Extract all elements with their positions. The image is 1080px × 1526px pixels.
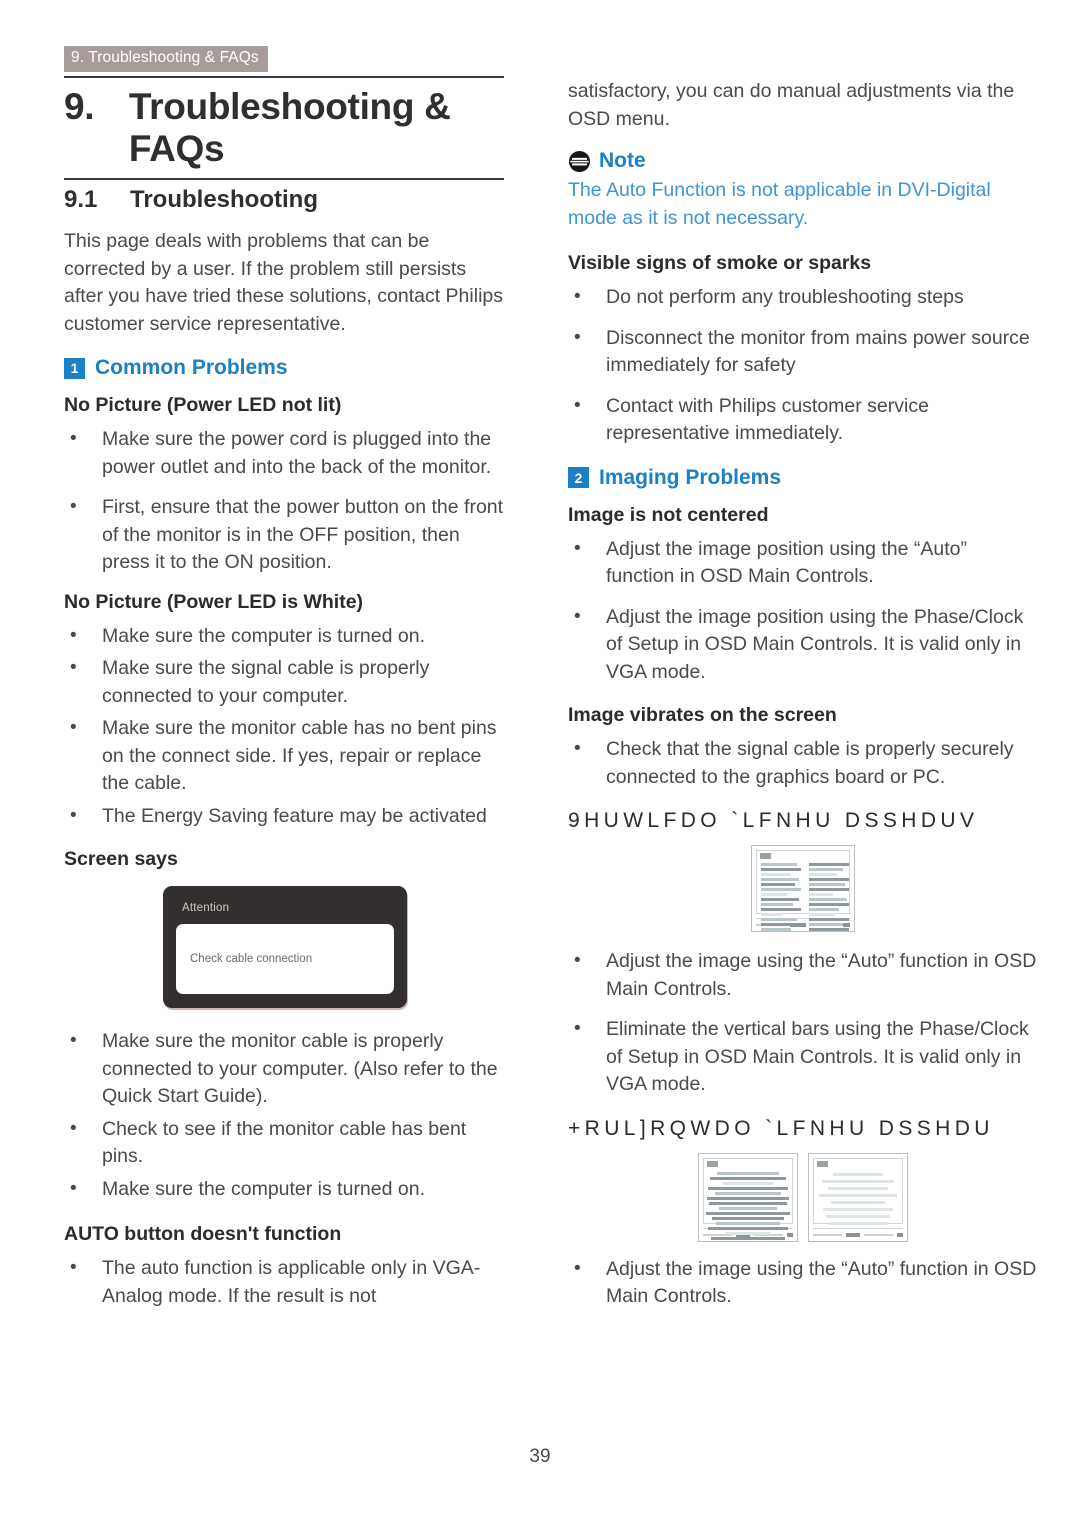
figure-horizontal-flicker <box>568 1152 1038 1242</box>
list-item: Adjust the image using the “Auto” functi… <box>568 1255 1038 1311</box>
group-badge-1: 1 <box>64 357 85 379</box>
note-label: Note <box>599 149 646 172</box>
monitor-thumbnail <box>751 845 855 932</box>
list-item: Eliminate the vertical bars using the Ph… <box>568 1015 1038 1099</box>
list-item: Make sure the power cord is plugged into… <box>64 425 506 481</box>
list-item: Make sure the computer is turned on. <box>64 622 506 651</box>
left-column: This page deals with problems that can b… <box>64 228 506 1320</box>
chapter-number: 9. <box>64 86 95 127</box>
bullet-list-led-not-lit: Make sure the power cord is plugged into… <box>64 425 506 577</box>
right-column: satisfactory, you can do manual adjustme… <box>568 78 1038 1321</box>
group-badge-2: 2 <box>568 467 589 488</box>
section-heading: 9.1 Troubleshooting <box>64 186 524 214</box>
section-divider <box>64 178 504 180</box>
heading-image-vibrates: Image vibrates on the screen <box>568 704 837 726</box>
group-heading-common-problems: 1 Common Problems <box>64 356 506 380</box>
list-item: First, ensure that the power button on t… <box>64 493 506 577</box>
screen-clean-lines <box>818 1163 898 1225</box>
list-item: Check that the signal cable is properly … <box>568 735 1038 791</box>
group-heading-imaging-problems: 2 Imaging Problems <box>568 466 1038 490</box>
list-item: Adjust the image using the “Auto” functi… <box>568 947 1038 1003</box>
monitor-thumbnail-clean <box>808 1152 908 1242</box>
osd-message-panel: Check cable connection <box>176 924 394 994</box>
section-number: 9.1 <box>64 186 98 213</box>
chapter-title-text: Troubleshooting & FAQs <box>128 86 451 169</box>
osd-dialog: Attention Check cable connection <box>163 886 407 1008</box>
list-item: Adjust the image position using the Phas… <box>568 603 1038 687</box>
heading-led-white: No Picture (Power LED is White) <box>64 590 364 613</box>
bullet-list-image-vibrates: Check that the signal cable is properly … <box>568 735 1038 791</box>
page-title: 9. Troubleshooting & FAQs <box>64 86 524 170</box>
heading-led-not-lit: No Picture (Power LED not lit) <box>64 394 342 416</box>
list-item: Make sure the computer is turned on. <box>64 1175 506 1204</box>
figure-vertical-flicker <box>568 845 1038 932</box>
note-icon <box>568 150 591 173</box>
monitor-logo-icon <box>817 1160 828 1167</box>
screen-blurred-lines <box>706 1163 790 1240</box>
running-header-label: 9. Troubleshooting & FAQs <box>64 46 268 72</box>
list-item: Contact with Philips customer service re… <box>568 392 1038 448</box>
osd-message: Check cable connection <box>190 953 313 965</box>
osd-attention-figure: Attention Check cable connection <box>64 886 506 1008</box>
bullet-list-auto-button: The auto function is applicable only in … <box>64 1254 506 1310</box>
screen-text-columns <box>761 855 849 931</box>
group-label-imaging-problems: Imaging Problems <box>599 465 782 489</box>
section-title-text: Troubleshooting <box>130 186 318 213</box>
caption-vertical-flicker: 9HUWLFDO `LFNHU DSSHDUV <box>568 809 979 832</box>
list-item: Make sure the signal cable is properly c… <box>64 654 506 710</box>
bullet-list-led-white: Make sure the computer is turned on. Mak… <box>64 622 506 831</box>
note-heading: Note <box>568 149 1038 173</box>
page-number: 39 <box>529 1446 551 1467</box>
bullet-list-horizontal-flicker: Adjust the image using the “Auto” functi… <box>568 1255 1038 1311</box>
bullet-list-smoke-sparks: Do not perform any troubleshooting steps… <box>568 283 1038 448</box>
osd-title: Attention <box>182 902 230 914</box>
heading-auto-button: AUTO button doesn't function <box>64 1223 342 1245</box>
bullet-list-not-centered: Adjust the image position using the “Aut… <box>568 535 1038 687</box>
monitor-logo-icon <box>760 853 771 859</box>
monitor-screen <box>756 850 850 931</box>
list-item: Check to see if the monitor cable has be… <box>64 1115 506 1171</box>
list-item: The auto function is applicable only in … <box>64 1254 506 1310</box>
bullet-list-screen-says: Make sure the monitor cable is properly … <box>64 1027 506 1204</box>
screen-text-column <box>809 863 849 931</box>
list-item: Adjust the image position using the “Aut… <box>568 535 1038 591</box>
list-item: Disconnect the monitor from mains power … <box>568 324 1038 380</box>
heading-screen-says: Screen says <box>64 848 178 870</box>
caption-horizontal-flicker: +RUL]RQWDO `LFNHU DSSHDU <box>568 1116 994 1140</box>
screen-text-column <box>761 863 801 931</box>
intro-paragraph: This page deals with problems that can b… <box>64 230 503 335</box>
list-item: Make sure the monitor cable has no bent … <box>64 714 506 798</box>
monitor-logo-icon <box>707 1160 718 1167</box>
chapter-divider <box>64 76 504 78</box>
note-text: The Auto Function is not applicable in D… <box>568 179 991 229</box>
continuation-paragraph: satisfactory, you can do manual adjustme… <box>568 80 1015 130</box>
list-item: The Energy Saving feature may be activat… <box>64 802 506 831</box>
bullet-list-vertical-flicker: Adjust the image using the “Auto” functi… <box>568 947 1038 1099</box>
list-item: Do not perform any troubleshooting steps <box>568 283 1038 312</box>
running-header: 9. Troubleshooting & FAQs <box>64 46 268 72</box>
monitor-screen <box>813 1157 903 1225</box>
list-item: Make sure the monitor cable is properly … <box>64 1027 506 1111</box>
heading-smoke-sparks: Visible signs of smoke or sparks <box>568 252 872 274</box>
heading-not-centered: Image is not centered <box>568 503 769 526</box>
monitor-thumbnail-blurred <box>698 1152 798 1242</box>
monitor-screen <box>703 1157 793 1240</box>
group-label-common-problems: Common Problems <box>95 356 288 379</box>
monitor-taskbar <box>813 1227 903 1239</box>
